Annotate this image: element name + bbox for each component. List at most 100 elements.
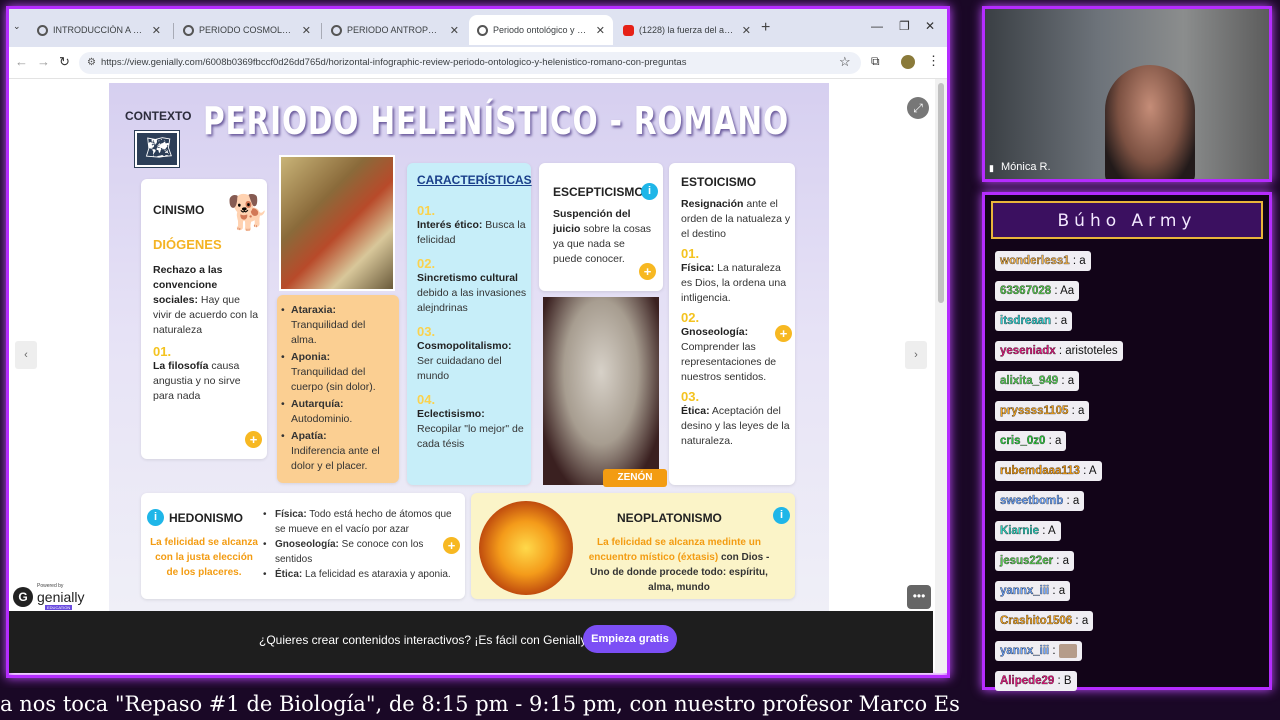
close-icon[interactable]: ✕ xyxy=(450,24,459,37)
toolbar: ← → ↻ ⚙ https://view.genially.com/6008b0… xyxy=(9,47,947,79)
chat-username[interactable]: yannx_iii xyxy=(1000,585,1050,597)
chat-username[interactable]: 63367028 xyxy=(1000,285,1051,297)
info-icon[interactable]: i xyxy=(773,507,790,524)
chat-username[interactable]: sweetbomb xyxy=(1000,495,1064,507)
chat-username[interactable]: jesus22er xyxy=(1000,555,1053,567)
new-tab-button[interactable]: + xyxy=(761,19,770,37)
forward-icon[interactable]: → xyxy=(37,54,50,69)
chat-username[interactable]: Crashito1506 xyxy=(1000,615,1073,627)
tab-label: INTRODUCCIÓN A LA FILOSOF xyxy=(53,25,146,35)
item-text: Recopilar "lo mejor" de cada tésis xyxy=(417,423,524,450)
caracteristicas-card: CARACTERÍSTICAS 01. Interés ético: Busca… xyxy=(407,163,532,485)
minimize-icon[interactable]: — xyxy=(871,19,883,33)
item-number: 03. xyxy=(417,324,436,339)
webcam-feed: ▮ Mónica R. xyxy=(982,6,1272,182)
cinismo-plus-button[interactable]: + xyxy=(245,431,262,448)
list-item: Ataraxia:Tranquilidad del alma. xyxy=(281,303,391,348)
chat-username[interactable]: pryssss1105 xyxy=(1000,405,1069,417)
more-options-button[interactable]: ••• xyxy=(907,585,931,609)
cta-text: ¿Quieres crear contenidos interactivos? … xyxy=(259,633,590,647)
chat-message: wonderless1 : a xyxy=(995,251,1091,271)
tab-2[interactable]: PERIODO COSMOLÓGICO | Ge ✕ xyxy=(175,15,319,45)
webcam-name: Mónica R. xyxy=(1001,161,1051,173)
hedonismo-title: HEDONISMO xyxy=(169,511,244,525)
browser-window: ⌄ INTRODUCCIÓN A LA FILOSOF ✕ PERIODO CO… xyxy=(6,6,950,678)
chat-username[interactable]: wonderless1 xyxy=(1000,255,1070,267)
profile-avatar[interactable] xyxy=(901,55,915,69)
prev-slide-button[interactable]: ‹ xyxy=(15,341,37,369)
bookmark-star-icon[interactable]: ☆ xyxy=(839,54,851,70)
neoplatonismo-body: La felicidad se alcanza medinte un encue… xyxy=(579,535,779,595)
escepticismo-title: ESCEPTICISMO xyxy=(553,185,644,199)
chat-text: : A xyxy=(1079,465,1097,477)
site-info-icon[interactable]: ⚙ xyxy=(87,52,96,74)
tab-5[interactable]: (1228) la fuerza del amor - You ✕ xyxy=(615,15,759,45)
chat-username[interactable]: alixita_949 xyxy=(1000,375,1058,387)
hedonismo-plus-button[interactable]: + xyxy=(443,537,460,554)
zenon-label: ZENÓN xyxy=(603,469,667,487)
chat-text: : A xyxy=(1039,525,1056,537)
tab-1[interactable]: INTRODUCCIÓN A LA FILOSOF ✕ xyxy=(29,15,169,45)
close-icon[interactable]: ✕ xyxy=(152,24,161,37)
chat-username[interactable]: Kiarnie xyxy=(1000,525,1039,537)
infographic-slide: CONTEXTO 🗺 PERIODO HELENÍSTICO - ROMANO … xyxy=(109,83,829,611)
signal-icon: ▮ xyxy=(989,163,994,173)
reload-icon[interactable]: ↻ xyxy=(59,54,70,70)
close-icon[interactable]: ✕ xyxy=(742,24,751,37)
estoicismo-plus-button[interactable]: + xyxy=(775,325,792,342)
chat-message: sweetbomb : a xyxy=(995,491,1085,511)
menu-icon[interactable]: ⋮ xyxy=(927,53,940,69)
tab-3[interactable]: PERIODO ANTROPOLÓGICO | G ✕ xyxy=(323,15,467,45)
ataraxia-list: Ataraxia:Tranquilidad del alma. Aponia:T… xyxy=(277,295,399,474)
scroll-thumb[interactable] xyxy=(938,83,944,303)
chat-username[interactable]: itsdreaan xyxy=(1000,315,1051,327)
genially-icon xyxy=(37,24,48,36)
info-icon[interactable]: i xyxy=(641,183,658,200)
extensions-icon[interactable]: ⧉ xyxy=(871,54,880,69)
maximize-icon[interactable]: ❐ xyxy=(899,19,910,33)
info-icon[interactable]: i xyxy=(147,509,164,526)
scrollbar[interactable] xyxy=(935,79,947,673)
escepticismo-plus-button[interactable]: + xyxy=(639,263,656,280)
start-free-button[interactable]: Empieza gratis xyxy=(583,625,677,653)
list-item: Apatía:Indiferencia ante el dolor y el p… xyxy=(281,429,391,474)
chat-text: : xyxy=(1049,645,1059,657)
chat-text: : a xyxy=(1049,585,1066,597)
streamer-video xyxy=(1105,65,1195,179)
fullscreen-icon[interactable]: ⤢ xyxy=(907,97,929,119)
diogenes-painting xyxy=(279,155,395,291)
chat-username[interactable]: yeseniadx xyxy=(1000,345,1056,357)
tab-separator xyxy=(321,23,322,39)
context-label: CONTEXTO xyxy=(125,109,192,123)
hedonismo-card: i HEDONISMO La felicidad se alcanza con … xyxy=(141,493,465,599)
chat-text: : a xyxy=(1063,495,1080,507)
chat-username[interactable]: cris_0z0 xyxy=(1000,435,1046,447)
close-icon[interactable]: ✕ xyxy=(302,24,311,37)
genially-g-icon: G xyxy=(13,587,33,607)
chat-username[interactable]: Alipede29 xyxy=(1000,675,1055,687)
chat-message: yeseniadx : aristoteles xyxy=(995,341,1123,361)
list-item: Autarquía:Autodominio. xyxy=(281,397,391,427)
tab-label: (1228) la fuerza del amor - You xyxy=(639,25,736,35)
chat-message: itsdreaan : a xyxy=(995,311,1073,331)
neoplatonismo-title: NEOPLATONISMO xyxy=(617,511,722,525)
chat-username[interactable]: yannx_iii xyxy=(1000,645,1050,657)
chat-panel: Búho Army wonderless1 : a 63367028 : Aa it… xyxy=(982,192,1272,691)
estoicismo-card: ESTOICISMO Resignación ante el orden de … xyxy=(669,163,795,485)
back-icon[interactable]: ← xyxy=(15,54,28,69)
chat-username[interactable]: rubemdaaa113 xyxy=(1000,465,1080,477)
next-slide-button[interactable]: › xyxy=(905,341,927,369)
map-icon[interactable]: 🗺 xyxy=(135,131,179,167)
neoplatonismo-card: NEOPLATONISMO i La felicidad se alcanza … xyxy=(471,493,795,599)
dog-icon: 🐕 xyxy=(227,194,270,232)
address-bar[interactable]: ⚙ https://view.genially.com/6008b0369fbc… xyxy=(79,52,861,74)
chat-message: yannx_iii : a xyxy=(995,581,1071,601)
tab-4-active[interactable]: Periodo ontológico y Helenístic ✕ xyxy=(469,15,613,45)
tab-list-icon[interactable]: ⌄ xyxy=(13,21,21,32)
close-window-icon[interactable]: ✕ xyxy=(925,19,935,33)
item-bold: Sincretismo cultural xyxy=(417,272,518,284)
close-icon[interactable]: ✕ xyxy=(596,24,605,37)
chat-message: Crashito1506 : a xyxy=(995,611,1094,631)
hedonismo-list: Física: Todo está hecho de átomos que se… xyxy=(263,507,463,582)
item-bold: Eclectisismo: xyxy=(417,408,485,420)
